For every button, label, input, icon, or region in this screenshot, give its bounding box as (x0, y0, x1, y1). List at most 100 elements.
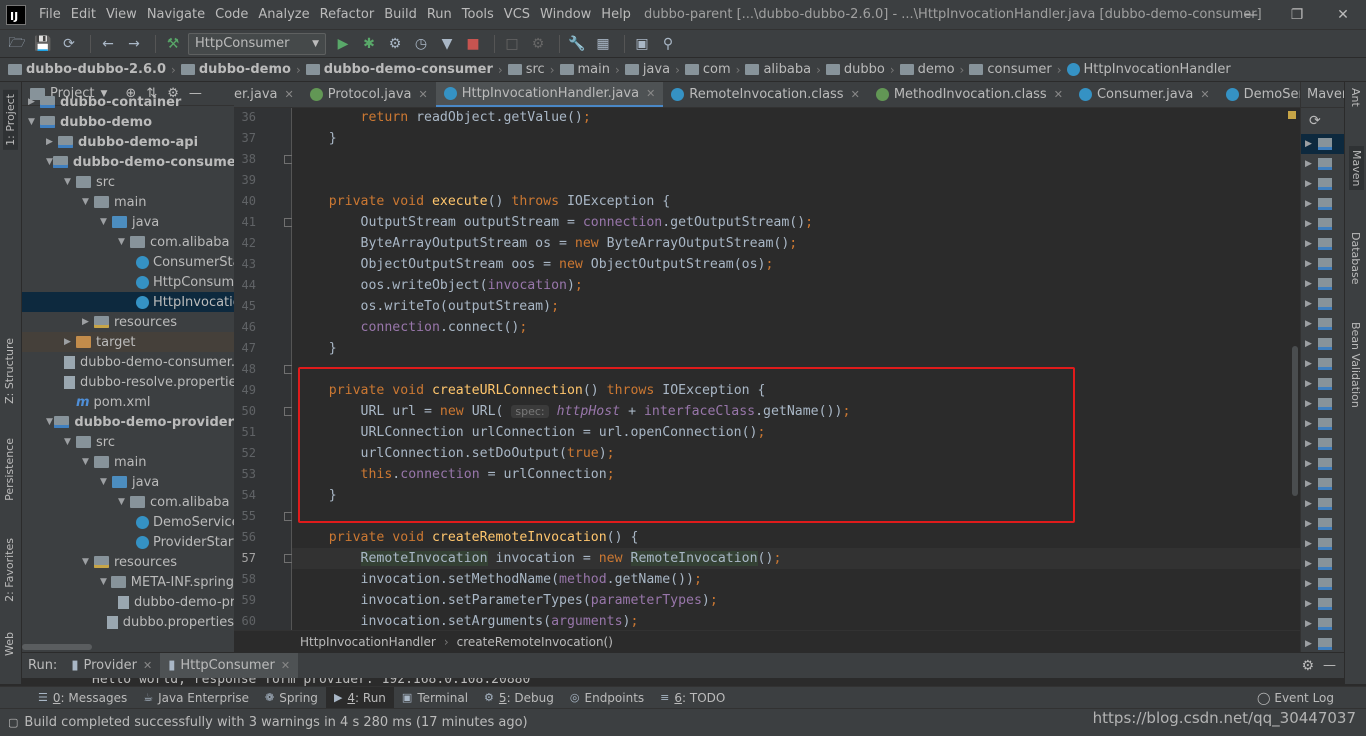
tree-node[interactable]: ▼ src (22, 432, 234, 452)
tree-node[interactable]: ▶ target (22, 332, 234, 352)
close-icon[interactable]: ✕ (646, 87, 655, 100)
expanded-arrow-icon[interactable]: ▼ (100, 477, 112, 487)
back-arrow-icon[interactable]: ← (97, 33, 119, 55)
code-line[interactable]: invocation.setMethodName(method.getName(… (297, 569, 702, 590)
maven-project-node[interactable]: ▶ (1301, 494, 1344, 514)
bottom-tab[interactable]: ≡ 6: TODO (652, 687, 733, 709)
expanded-arrow-icon[interactable]: ▼ (118, 497, 130, 507)
maven-project-node[interactable]: ▶ (1301, 374, 1344, 394)
close-icon[interactable]: ✕ (1200, 88, 1209, 101)
editor-scrollbar[interactable] (1292, 346, 1298, 496)
breadcrumb-item[interactable]: dubbo (825, 62, 885, 77)
editor-crumb-class[interactable]: HttpInvocationHandler (300, 635, 436, 649)
tool-window-maven[interactable]: Maven (1349, 146, 1364, 191)
tool-window--favorites[interactable]: 2: Favorites (3, 538, 16, 602)
settings-wrench-icon[interactable]: 🔧 (566, 33, 588, 55)
code-line[interactable]: } (297, 128, 337, 149)
bottom-tab[interactable]: ☕ Java Enterprise (135, 687, 257, 709)
bottom-tab[interactable]: ▣ Terminal (394, 687, 476, 709)
maven-project-node[interactable]: ▶ (1301, 634, 1344, 652)
maven-project-node[interactable]: ▶ (1301, 614, 1344, 634)
code-line[interactable]: invocation.setParameterTypes(parameterTy… (297, 590, 718, 611)
bottom-tab[interactable]: ▶ 4: Run (325, 686, 394, 709)
maven-project-node[interactable]: ▶ (1301, 134, 1344, 154)
debug-icon[interactable]: ✱ (358, 33, 380, 55)
maven-project-node[interactable]: ▶ (1301, 354, 1344, 374)
tool-window-database[interactable]: Database (1349, 232, 1362, 285)
expanded-arrow-icon[interactable]: ▼ (64, 177, 76, 187)
code-line[interactable]: private void execute() throws IOExceptio… (297, 191, 670, 212)
code-line[interactable]: RemoteInvocation invocation = new Remote… (297, 548, 781, 569)
breadcrumb-item[interactable]: src (507, 62, 545, 77)
tree-node[interactable]: ▼ dubbo-demo-provider (22, 412, 234, 432)
code-line[interactable]: connection.connect(); (297, 317, 528, 338)
project-scrollbar[interactable] (22, 644, 92, 650)
gear-icon[interactable]: ⚙ (1301, 658, 1314, 674)
forward-arrow-icon[interactable]: → (123, 33, 145, 55)
editor-tab[interactable]: Consumer.java ✕ (1071, 82, 1218, 107)
sync-icon[interactable]: ⟳ (58, 33, 80, 55)
stop-icon[interactable]: ■ (462, 33, 484, 55)
tool-window-web[interactable]: Web (3, 632, 16, 656)
tree-node[interactable]: ▶ dubbo-container (22, 92, 234, 112)
bottom-tab[interactable]: ☰ 0: Messages (30, 687, 135, 709)
close-window-button[interactable]: ✕ (1320, 0, 1366, 30)
maven-project-node[interactable]: ▶ (1301, 314, 1344, 334)
code-line[interactable]: invocation.setArguments(arguments); (297, 611, 639, 630)
maven-project-node[interactable]: ▶ (1301, 534, 1344, 554)
bottom-tab[interactable]: ⚙ 5: Debug (476, 687, 562, 709)
close-icon[interactable]: ✕ (285, 88, 294, 101)
breadcrumb-item[interactable]: main (559, 62, 610, 77)
collapsed-arrow-icon[interactable]: ▶ (28, 97, 40, 107)
tree-node[interactable]: dubbo-demo-consumer.iml (22, 352, 234, 372)
run-configuration-select[interactable]: HttpConsumer ▼ (188, 32, 326, 55)
tree-node[interactable]: ▼ dubbo-demo-consumer (22, 152, 234, 172)
expanded-arrow-icon[interactable]: ▼ (100, 577, 111, 587)
expanded-arrow-icon[interactable]: ▼ (82, 457, 94, 467)
tool-window--project[interactable]: 1: Project (3, 90, 18, 150)
maven-project-node[interactable]: ▶ (1301, 594, 1344, 614)
maven-project-node[interactable]: ▶ (1301, 414, 1344, 434)
editor-tab[interactable]: MethodInvocation.class ✕ (868, 82, 1071, 107)
tree-node[interactable]: dubbo-resolve.properties (22, 372, 234, 392)
bottom-tab[interactable]: ❁ Spring (257, 687, 326, 709)
code-line[interactable]: OutputStream outputStream = connection.g… (297, 212, 814, 233)
menu-item-vcs[interactable]: VCS (499, 7, 535, 22)
maven-project-node[interactable]: ▶ (1301, 514, 1344, 534)
tree-node[interactable]: ConsumerStart (22, 252, 234, 272)
close-icon[interactable]: ✕ (143, 659, 152, 672)
code-line[interactable]: ObjectOutputStream oos = new ObjectOutpu… (297, 254, 774, 275)
menu-item-window[interactable]: Window (535, 7, 596, 22)
code-line[interactable]: ByteArrayOutputStream os = new ByteArray… (297, 233, 798, 254)
breadcrumb-item[interactable]: dubbo-demo (180, 62, 291, 77)
expanded-arrow-icon[interactable]: ▼ (118, 237, 130, 247)
tree-node[interactable]: ▼ java (22, 472, 234, 492)
tree-node[interactable]: HttpInvocationHandler (22, 292, 234, 312)
open-folder-icon[interactable]: 🗁 (6, 33, 28, 55)
maven-project-node[interactable]: ▶ (1301, 154, 1344, 174)
breadcrumb-item[interactable]: java (624, 62, 670, 77)
expanded-arrow-icon[interactable]: ▼ (82, 557, 94, 567)
maven-project-node[interactable]: ▶ (1301, 194, 1344, 214)
project-structure-icon[interactable]: ▦ (592, 33, 614, 55)
run-tab-provider[interactable]: ▮ Provider ✕ (63, 653, 160, 679)
tree-node[interactable]: HttpConsumerStart (22, 272, 234, 292)
close-icon[interactable]: ✕ (281, 659, 290, 672)
tree-node[interactable]: ▶ resources (22, 312, 234, 332)
breadcrumb-item[interactable]: alibaba (745, 62, 811, 77)
save-all-icon[interactable]: 💾 (32, 33, 54, 55)
tree-node[interactable]: ▶ dubbo-demo-api (22, 132, 234, 152)
tree-node[interactable]: ▼ resources (22, 552, 234, 572)
menu-item-tools[interactable]: Tools (457, 7, 499, 22)
presentation-icon[interactable]: ▣ (631, 33, 653, 55)
menu-item-run[interactable]: Run (422, 7, 457, 22)
maven-project-node[interactable]: ▶ (1301, 254, 1344, 274)
collapsed-arrow-icon[interactable]: ▶ (64, 337, 76, 347)
tool-window-persistence[interactable]: Persistence (3, 438, 16, 501)
profile-icon[interactable]: ◷ (410, 33, 432, 55)
hide-panel-icon[interactable]: — (1323, 658, 1336, 673)
restore-button[interactable]: ❐ (1274, 0, 1320, 30)
vcs-update-icon[interactable]: □ (501, 33, 523, 55)
collapsed-arrow-icon[interactable]: ▶ (82, 317, 94, 327)
tool-window-z-structure[interactable]: Z: Structure (3, 338, 16, 404)
